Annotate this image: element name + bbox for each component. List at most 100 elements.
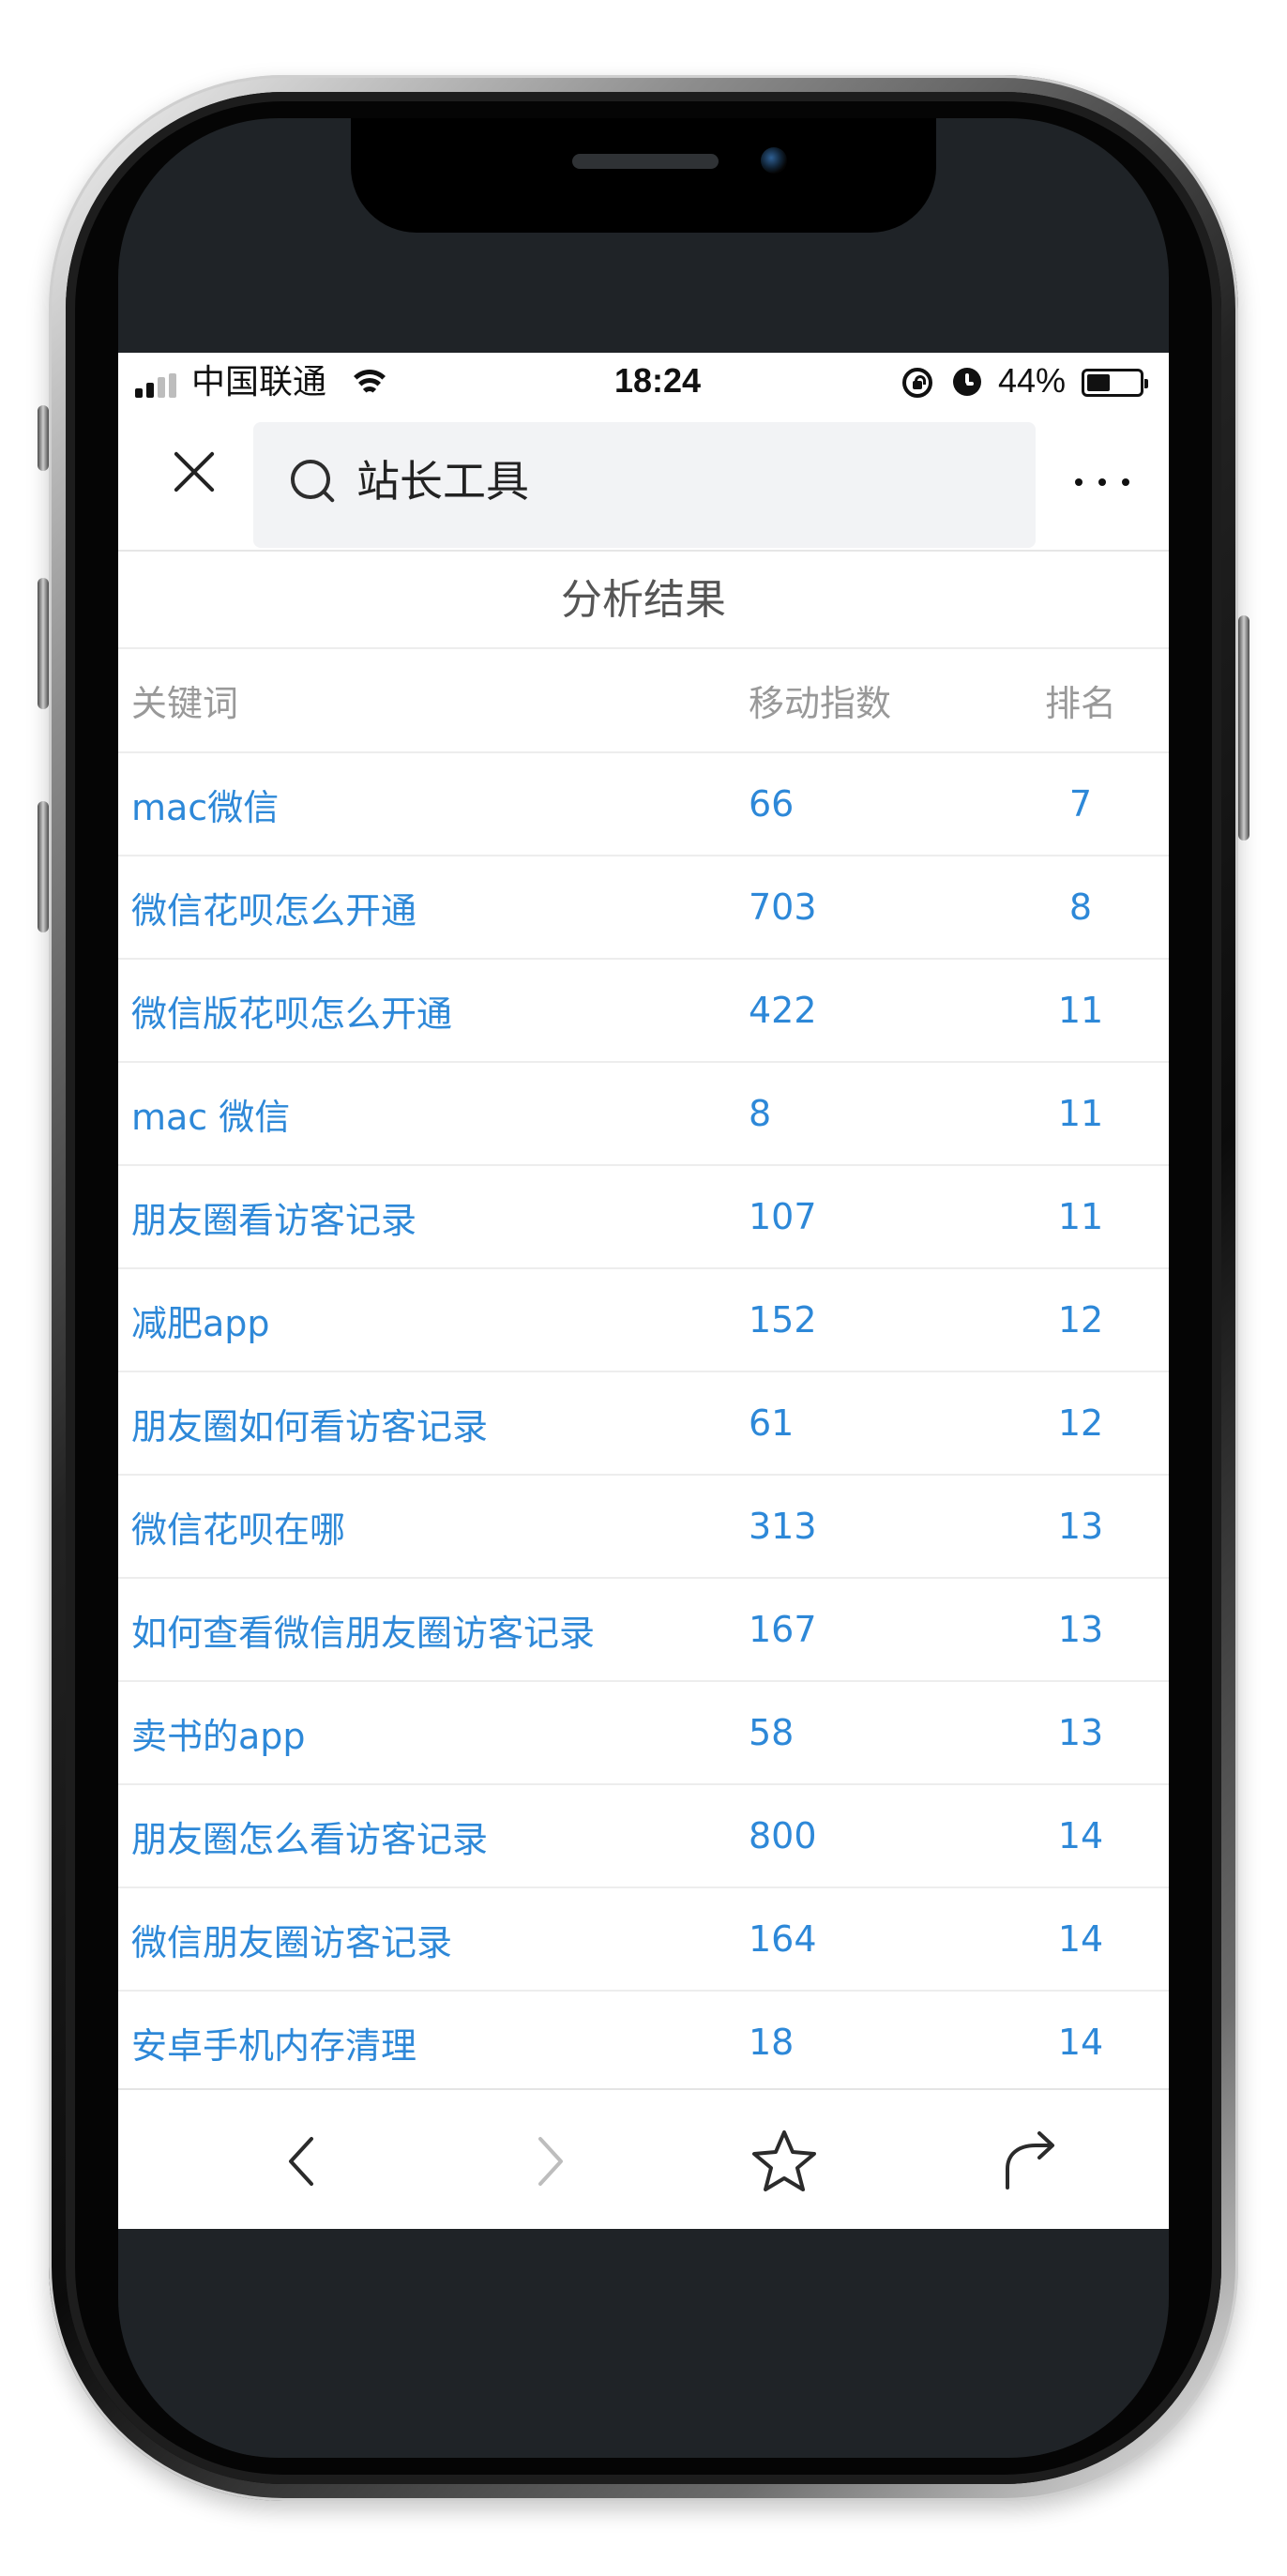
table-row[interactable]: 微信朋友圈访客记录 164 14 [118,1887,1169,1992]
battery-level-fill [1087,374,1110,391]
rank-value: 12 [992,1268,1169,1372]
keyword-link[interactable]: 卖书的app [118,1681,749,1785]
table-row[interactable]: 微信花呗怎么开通 703 8 [118,856,1169,960]
keyword-link[interactable]: 朋友圈看访客记录 [118,1165,749,1269]
table-row[interactable]: 卖书的app 58 13 [118,1681,1169,1785]
analysis-content: 分析结果 关键词 移动指数 排名 mac微信 66 7 微信花呗怎么开通 703… [118,552,1169,2088]
phone-screen: 中国联通 18:24 44% 站长工具 分析结果 关键词 移动指数 排名 mac… [118,118,1169,2458]
rank-value: 14 [992,1991,1169,2088]
volume-up-button [38,578,49,709]
keyword-link[interactable]: 微信版花呗怎么开通 [118,959,749,1063]
keyword-link[interactable]: 微信花呗在哪 [118,1475,749,1579]
back-button[interactable] [261,2118,347,2205]
mute-switch [38,405,49,471]
rank-value: 13 [992,1681,1169,1785]
rank-value: 12 [992,1371,1169,1476]
mobile-index-column-header: 移动指数 [749,649,992,753]
keyword-link[interactable]: 微信朋友圈访客记录 [118,1887,749,1992]
alarm-icon [953,368,981,396]
browser-app: 中国联通 18:24 44% 站长工具 分析结果 关键词 移动指数 排名 mac… [118,353,1169,2229]
rank-column-header: 排名 [992,649,1169,753]
table-row[interactable]: 减肥app 152 12 [118,1268,1169,1372]
search-icon [291,460,330,499]
keyword-link[interactable]: 朋友圈如何看访客记录 [118,1371,749,1476]
search-input[interactable]: 站长工具 [253,422,1036,548]
table-row[interactable]: mac 微信 8 11 [118,1062,1169,1166]
star-icon [752,2130,816,2191]
power-button [1238,615,1249,841]
front-camera [761,147,787,174]
table-row[interactable]: 微信花呗在哪 313 13 [118,1475,1169,1579]
table-body: mac微信 66 7 微信花呗怎么开通 703 8 微信版花呗怎么开通 422 … [118,752,1169,2088]
signal-bars-icon [135,373,182,398]
more-icon [1075,478,1083,486]
keyword-link[interactable]: mac 微信 [118,1062,749,1166]
table-row[interactable]: 如何查看微信朋友圈访客记录 167 13 [118,1578,1169,1682]
rank-value: 11 [992,959,1169,1063]
battery-percentage: 44% [998,361,1067,400]
table-row[interactable]: 安卓手机内存清理 18 14 [118,1991,1169,2088]
favorite-button[interactable] [741,2118,827,2205]
mobile-index-value: 61 [749,1371,992,1476]
rank-value: 14 [992,1784,1169,1888]
rank-value: 13 [992,1578,1169,1682]
signal-bar [135,388,143,398]
battery-icon [1082,369,1148,397]
table-row[interactable]: mac微信 66 7 [118,752,1169,856]
table-row[interactable]: 朋友圈如何看访客记录 61 12 [118,1371,1169,1476]
signal-bar [169,373,176,398]
table-header: 关键词 移动指数 排名 [118,649,1169,753]
close-icon [159,437,229,507]
mobile-index-value: 422 [749,959,992,1063]
keyword-link[interactable]: 朋友圈怎么看访客记录 [118,1784,749,1888]
mobile-index-value: 152 [749,1268,992,1372]
mobile-index-value: 58 [749,1681,992,1785]
browser-bottom-toolbar [118,2088,1169,2229]
signal-bar [146,383,154,398]
keyword-link[interactable]: 微信花呗怎么开通 [118,856,749,960]
speaker-grille [572,154,719,169]
keyword-link[interactable]: mac微信 [118,752,749,856]
mobile-index-value: 800 [749,1784,992,1888]
browser-header: 站长工具 [118,411,1169,552]
search-query: 站长工具 [356,456,529,507]
mobile-index-value: 167 [749,1578,992,1682]
more-button[interactable] [1067,463,1143,501]
rotation-lock-icon [902,368,932,398]
table-row[interactable]: 微信版花呗怎么开通 422 11 [118,959,1169,1063]
share-icon [1006,2131,1054,2190]
forward-button[interactable] [505,2118,591,2205]
rank-value: 14 [992,1887,1169,1992]
carrier-name: 中国联通 [191,362,327,401]
mobile-index-value: 66 [749,752,992,856]
mobile-index-value: 703 [749,856,992,960]
keyword-results-table: 关键词 移动指数 排名 mac微信 66 7 微信花呗怎么开通 703 8 微信… [118,649,1169,2088]
chevron-right-icon [538,2137,563,2186]
table-row[interactable]: 朋友圈怎么看访客记录 800 14 [118,1784,1169,1888]
share-button[interactable] [985,2118,1071,2205]
keyword-link[interactable]: 安卓手机内存清理 [118,1991,749,2088]
table-row[interactable]: 朋友圈看访客记录 107 11 [118,1165,1169,1269]
status-bar: 中国联通 18:24 44% [118,353,1169,411]
page-title: 分析结果 [118,552,1169,649]
mobile-index-value: 8 [749,1062,992,1166]
mobile-index-value: 18 [749,1991,992,2088]
rank-value: 11 [992,1062,1169,1166]
close-button[interactable] [159,437,229,507]
rank-value: 7 [992,752,1169,856]
mobile-index-value: 164 [749,1887,992,1992]
keyword-link[interactable]: 减肥app [118,1268,749,1372]
wifi-icon [349,370,390,402]
keyword-column-header: 关键词 [118,649,749,753]
phone-notch [351,118,936,233]
rank-value: 11 [992,1165,1169,1269]
mobile-index-value: 107 [749,1165,992,1269]
chevron-left-icon [289,2137,313,2186]
volume-down-button [38,801,49,932]
mobile-index-value: 313 [749,1475,992,1579]
rank-value: 8 [992,856,1169,960]
table-header-row: 关键词 移动指数 排名 [118,649,1169,753]
rank-value: 13 [992,1475,1169,1579]
keyword-link[interactable]: 如何查看微信朋友圈访客记录 [118,1578,749,1682]
wifi-dot [360,386,379,405]
